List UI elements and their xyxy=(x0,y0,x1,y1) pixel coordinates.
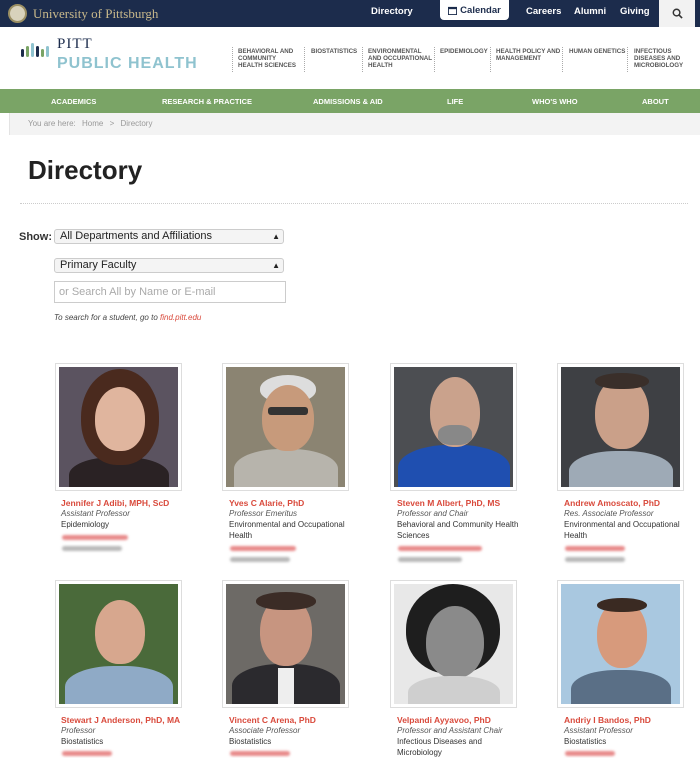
dept-link-idm[interactable]: INFECTIOUS DISEASES AND MICROBIOLOGY xyxy=(634,48,683,69)
breadcrumb-separator: > xyxy=(109,119,115,128)
redacted-email xyxy=(398,546,482,551)
redacted-phone xyxy=(565,557,625,562)
dept-link-hpm[interactable]: HEALTH POLICY AND MANAGEMENT xyxy=(496,48,560,62)
topbar-link-giving[interactable]: Giving xyxy=(620,6,650,17)
redacted-email xyxy=(230,751,290,756)
person-photo[interactable] xyxy=(55,363,182,491)
nav-whos-who[interactable]: WHO'S WHO xyxy=(532,97,578,106)
page-title: Directory xyxy=(28,155,143,185)
person-role: Professor Emeritus xyxy=(229,509,298,518)
affiliation-select[interactable]: All Departments and Affiliations ▲ xyxy=(54,229,284,244)
person-role: Assistant Professor xyxy=(61,509,130,518)
find-pitt-link[interactable]: find.pitt.edu xyxy=(160,313,201,322)
university-brand[interactable]: University of Pittsburgh xyxy=(8,4,158,23)
directory-search-input[interactable] xyxy=(54,281,286,303)
logo-pitt-text: PITT xyxy=(57,36,93,52)
person-name[interactable]: Velpandi Ayyavoo, PhD xyxy=(397,715,491,725)
person-name[interactable]: Steven M Albert, PhD, MS xyxy=(397,498,500,508)
person-role: Assistant Professor xyxy=(564,726,633,735)
nav-research-practice[interactable]: RESEARCH & PRACTICE xyxy=(162,97,252,106)
person-dept: Biostatistics xyxy=(229,737,272,746)
person-name[interactable]: Vincent C Arena, PhD xyxy=(229,715,316,725)
person-photo[interactable] xyxy=(222,580,349,708)
dept-link-epidemiology[interactable]: EPIDEMIOLOGY xyxy=(440,48,488,55)
logo-public-health-text: PUBLIC HEALTH xyxy=(57,55,198,72)
search-icon xyxy=(672,8,683,19)
nav-academics[interactable]: ACADEMICS xyxy=(51,97,96,106)
person-dept: Environmental and Occupational Health xyxy=(229,520,345,540)
calendar-icon xyxy=(448,6,458,15)
person-dept: Biostatistics xyxy=(564,737,607,746)
person-name[interactable]: Andrew Amoscato, PhD xyxy=(564,498,660,508)
dept-link-human-genetics[interactable]: HUMAN GENETICS xyxy=(569,48,625,55)
redacted-phone xyxy=(230,557,290,562)
student-note-text: To search for a student, go to xyxy=(54,313,158,322)
select-arrows-icon: ▲ xyxy=(272,232,280,241)
person-dept: Epidemiology xyxy=(61,520,110,529)
site-search-button[interactable] xyxy=(659,0,695,27)
topbar-calendar-button[interactable]: Calendar xyxy=(440,0,509,20)
topbar-link-careers[interactable]: Careers xyxy=(526,6,561,17)
title-divider xyxy=(20,203,688,204)
person-role: Professor and Chair xyxy=(397,509,469,518)
person-role: Associate Professor xyxy=(229,726,301,735)
redacted-email xyxy=(62,535,128,540)
site-header: PITT PUBLIC HEALTH BEHAVIORAL AND COMMUN… xyxy=(0,27,700,89)
university-seal-icon xyxy=(8,4,27,23)
redacted-email xyxy=(565,751,615,756)
faculty-type-select-value: Primary Faculty xyxy=(60,259,137,271)
affiliation-select-value: All Departments and Affiliations xyxy=(60,230,213,242)
redacted-phone xyxy=(398,557,462,562)
redacted-email xyxy=(62,751,112,756)
main-nav: ACADEMICS RESEARCH & PRACTICE ADMISSIONS… xyxy=(0,89,700,113)
person-photo[interactable] xyxy=(390,363,517,491)
redacted-phone xyxy=(62,546,122,551)
show-label: Show: xyxy=(19,231,52,243)
dept-link-bchs[interactable]: BEHAVIORAL AND COMMUNITY HEALTH SCIENCES xyxy=(238,48,296,69)
redacted-email xyxy=(565,546,625,551)
person-photo[interactable] xyxy=(557,363,684,491)
pitt-public-health-logo[interactable] xyxy=(21,37,58,57)
person-dept: Behavioral and Community Health Sciences xyxy=(397,520,519,540)
nav-admissions-aid[interactable]: ADMISSIONS & AID xyxy=(313,97,383,106)
dept-link-eoh[interactable]: ENVIRONMENTAL AND OCCUPATIONAL HEALTH xyxy=(368,48,432,69)
person-name[interactable]: Stewart J Anderson, PhD, MA xyxy=(61,715,180,725)
topbar-link-directory[interactable]: Directory xyxy=(371,6,413,17)
person-role: Professor xyxy=(61,726,96,735)
breadcrumb: You are here: Home > Directory xyxy=(9,113,700,135)
redacted-email xyxy=(230,546,296,551)
university-topbar: University of Pittsburgh Directory Calen… xyxy=(0,0,700,27)
breadcrumb-prefix: You are here: xyxy=(28,119,76,128)
person-photo[interactable] xyxy=(222,363,349,491)
nav-life[interactable]: LIFE xyxy=(447,97,463,106)
breadcrumb-current: Directory xyxy=(120,119,153,128)
person-role: Professor and Assistant Chair xyxy=(397,726,503,735)
person-dept: Biostatistics xyxy=(61,737,104,746)
logo-bars-icon xyxy=(21,37,53,57)
topbar-link-alumni[interactable]: Alumni xyxy=(574,6,606,17)
person-role: Res. Associate Professor xyxy=(564,509,654,518)
person-dept: Infectious Diseases and Microbiology xyxy=(397,737,482,757)
person-dept: Environmental and Occupational Health xyxy=(564,520,680,540)
select-arrows-icon: ▲ xyxy=(272,261,280,270)
nav-about[interactable]: ABOUT xyxy=(642,97,669,106)
person-photo[interactable] xyxy=(557,580,684,708)
person-name[interactable]: Jennifer J Adibi, MPH, ScD xyxy=(61,498,169,508)
breadcrumb-home[interactable]: Home xyxy=(82,119,103,128)
person-name[interactable]: Yves C Alarie, PhD xyxy=(229,498,304,508)
person-photo[interactable] xyxy=(390,580,517,708)
calendar-label: Calendar xyxy=(460,4,501,16)
university-name: University of Pittsburgh xyxy=(33,5,159,21)
student-search-note: To search for a student, go to find.pitt… xyxy=(54,313,201,322)
dept-link-biostatistics[interactable]: BIOSTATISTICS xyxy=(311,48,357,55)
person-photo[interactable] xyxy=(55,580,182,708)
faculty-type-select[interactable]: Primary Faculty ▲ xyxy=(54,258,284,273)
person-name[interactable]: Andriy I Bandos, PhD xyxy=(564,715,651,725)
